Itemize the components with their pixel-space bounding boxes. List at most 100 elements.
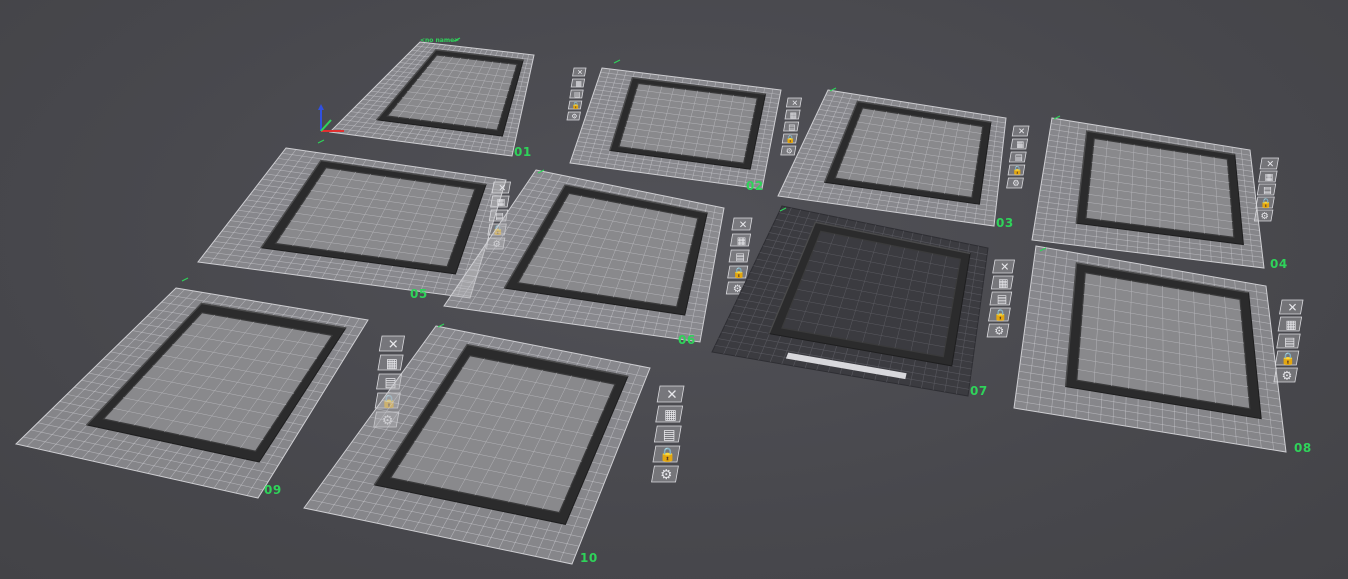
delete-plate-icon[interactable]: ✕ (1279, 299, 1304, 314)
delete-plate-icon[interactable]: ✕ (992, 259, 1015, 274)
delete-plate-icon[interactable]: ✕ (378, 335, 405, 352)
svg-text:⚙: ⚙ (994, 325, 1004, 338)
arrange-icon[interactable]: ▦ (377, 354, 404, 371)
svg-text:⚙: ⚙ (571, 113, 577, 121)
edit-name-icon[interactable] (181, 277, 189, 282)
gear-icon[interactable]: ⚙ (780, 145, 797, 156)
lock-icon[interactable]: 🔒 (1274, 350, 1300, 365)
lock-icon[interactable]: 🔒 (1007, 164, 1026, 176)
lock-icon[interactable]: 🔒 (988, 307, 1011, 322)
plate-number-label: 08 (1294, 441, 1312, 455)
plate-settings-icon[interactable]: ▤ (989, 291, 1013, 306)
arrange-icon[interactable]: ▦ (1010, 138, 1029, 150)
svg-text:✕: ✕ (1000, 261, 1009, 274)
gear-icon[interactable]: ⚙ (651, 465, 679, 483)
lock-icon[interactable]: 🔒 (567, 100, 583, 110)
svg-text:▦: ▦ (737, 236, 747, 247)
svg-text:⚙: ⚙ (660, 467, 672, 483)
svg-text:▤: ▤ (574, 91, 580, 99)
delete-plate-icon[interactable]: ✕ (572, 67, 587, 77)
delete-plate-icon[interactable]: ✕ (731, 217, 753, 231)
lock-icon[interactable]: 🔒 (652, 445, 681, 463)
lock-icon[interactable]: 🔒 (727, 265, 749, 279)
delete-plate-icon[interactable]: ✕ (491, 181, 511, 194)
svg-text:🔒: 🔒 (659, 447, 676, 463)
delete-plate-icon[interactable]: ✕ (1011, 125, 1030, 137)
arrange-icon[interactable]: ▦ (1277, 316, 1303, 331)
lock-icon[interactable]: 🔒 (1255, 196, 1275, 209)
plate-10[interactable]: 10 ✕ ▦ ▤ 🔒 ⚙ (303, 323, 685, 565)
arrange-icon[interactable]: ▦ (570, 78, 586, 88)
plate-03[interactable]: 03 ✕ ▦ ▤ 🔒 ⚙ (777, 87, 1030, 230)
gear-icon[interactable]: ⚙ (1253, 209, 1274, 222)
plate-settings-icon[interactable]: ▤ (1008, 151, 1027, 163)
arrange-icon[interactable]: ▦ (490, 195, 510, 208)
plate-number-label: 06 (678, 333, 696, 347)
svg-text:✕: ✕ (666, 387, 677, 403)
plate-04[interactable]: 04 ✕ ▦ ▤ 🔒 ⚙ (1031, 115, 1288, 271)
edit-name-icon[interactable] (317, 139, 325, 144)
delete-plate-icon[interactable]: ✕ (656, 385, 685, 403)
lock-icon[interactable]: 🔒 (781, 133, 798, 144)
svg-text:✕: ✕ (498, 183, 506, 194)
plate-settings-icon[interactable]: ▤ (1256, 183, 1277, 196)
plate-number-label: 10 (580, 551, 598, 565)
svg-text:🔒: 🔒 (1281, 351, 1296, 365)
svg-text:▤: ▤ (663, 427, 676, 443)
delete-plate-icon[interactable]: ✕ (1259, 157, 1279, 170)
gear-icon[interactable]: ⚙ (1273, 367, 1298, 382)
svg-text:✕: ✕ (577, 69, 583, 77)
svg-text:▤: ▤ (788, 122, 795, 131)
gear-icon[interactable]: ⚙ (566, 111, 581, 121)
plate-settings-icon[interactable]: ▤ (569, 89, 584, 99)
delete-plate-icon[interactable]: ✕ (785, 97, 802, 108)
svg-text:✕: ✕ (1266, 159, 1274, 170)
svg-text:⚙: ⚙ (786, 146, 793, 155)
3d-viewport[interactable]: 01 <no name> ✕ ▦ ▤ 🔒 ⚙ 02 ✕ ▦ ▤ 🔒 ⚙ 03 ✕ ▦ ▤ 🔒 ⚙ 04 ✕ ▦ ▤ 🔒 ⚙ 05 ✕… (0, 0, 1348, 579)
edit-name-icon[interactable] (613, 59, 621, 64)
svg-text:▦: ▦ (664, 407, 677, 423)
svg-text:▤: ▤ (1263, 185, 1272, 196)
plate-number-label: 02 (746, 179, 764, 193)
plate-settings-icon[interactable]: ▤ (653, 425, 682, 443)
svg-text:🔒: 🔒 (1260, 198, 1272, 209)
svg-text:🔒: 🔒 (994, 309, 1008, 322)
arrange-icon[interactable]: ▦ (1258, 170, 1278, 183)
svg-text:▦: ▦ (1264, 172, 1273, 183)
plate-number-label: 09 (264, 483, 282, 497)
svg-text:🔒: 🔒 (1012, 165, 1023, 176)
plate-scene[interactable]: 01 <no name> ✕ ▦ ▤ 🔒 ⚙ 02 ✕ ▦ ▤ 🔒 ⚙ 03 ✕ ▦ ▤ 🔒 ⚙ 04 ✕ ▦ ▤ 🔒 ⚙ 05 ✕… (0, 0, 1348, 579)
svg-text:🔒: 🔒 (786, 134, 795, 143)
plate-07[interactable]: 07 ✕ ▦ ▤ 🔒 ⚙ (711, 205, 1015, 398)
svg-text:▦: ▦ (386, 356, 398, 371)
svg-text:▤: ▤ (735, 252, 745, 263)
plate-02[interactable]: 02 ✕ ▦ ▤ 🔒 ⚙ (569, 59, 802, 193)
svg-text:✕: ✕ (1018, 127, 1025, 137)
svg-text:▤: ▤ (997, 293, 1007, 306)
arrange-icon[interactable]: ▦ (655, 405, 684, 423)
svg-text:▦: ▦ (496, 197, 505, 208)
plate-settings-icon[interactable]: ▤ (728, 249, 750, 263)
arrange-icon[interactable]: ▦ (730, 233, 752, 247)
svg-text:✕: ✕ (388, 337, 399, 352)
gear-icon[interactable]: ⚙ (986, 323, 1010, 338)
svg-text:⚙: ⚙ (1282, 368, 1293, 382)
plate-08[interactable]: 08 ✕ ▦ ▤ 🔒 ⚙ (1013, 245, 1312, 455)
plate-01[interactable]: 01 <no name> ✕ ▦ ▤ 🔒 ⚙ (328, 37, 587, 159)
svg-text:▤: ▤ (1284, 334, 1295, 348)
svg-text:▦: ▦ (1285, 317, 1296, 331)
svg-text:🔒: 🔒 (732, 267, 745, 279)
arrange-icon[interactable]: ▦ (784, 109, 801, 120)
svg-text:▦: ▦ (790, 110, 797, 119)
svg-text:✕: ✕ (739, 220, 748, 231)
svg-text:🔒: 🔒 (572, 102, 580, 110)
svg-text:✕: ✕ (792, 98, 798, 107)
plate-settings-icon[interactable]: ▤ (1276, 333, 1301, 348)
svg-text:⚙: ⚙ (1012, 179, 1020, 189)
plate-number-label: 05 (410, 287, 428, 301)
gear-icon[interactable]: ⚙ (1006, 177, 1024, 189)
svg-text:⚙: ⚙ (1260, 211, 1268, 222)
plate-name-label[interactable]: <no name> (420, 37, 459, 44)
plate-settings-icon[interactable]: ▤ (783, 121, 800, 132)
arrange-icon[interactable]: ▦ (990, 275, 1014, 290)
